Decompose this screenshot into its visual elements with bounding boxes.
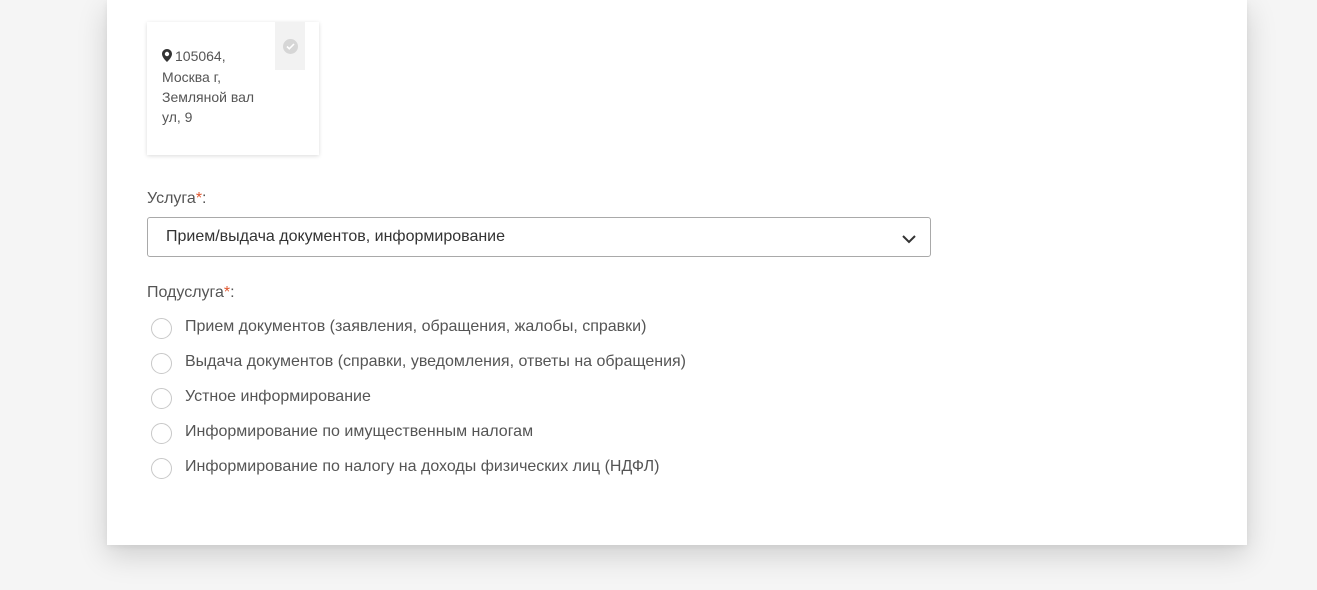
subservice-option-label[interactable]: Информирование по имущественным налогам <box>185 423 533 441</box>
select-office-button[interactable] <box>275 22 305 70</box>
service-select-value: Прием/выдача документов, информирование <box>166 228 506 245</box>
radio-button[interactable] <box>151 352 172 374</box>
subservice-option-label[interactable]: Прием документов (заявления, обращения, … <box>185 318 646 336</box>
label-colon: : <box>230 284 235 301</box>
service-label: Услуга*: <box>147 190 207 208</box>
check-circle-icon <box>282 38 298 54</box>
subservice-option[interactable]: Информирование по имущественным налогам <box>151 414 686 449</box>
radio-button[interactable] <box>151 422 172 444</box>
service-label-text: Услуга <box>147 190 196 207</box>
radio-button[interactable] <box>151 317 172 339</box>
form-panel: 105064, Москва г, Земляной вал ул, 9 Усл… <box>107 0 1247 545</box>
chevron-down-icon <box>902 231 916 249</box>
label-colon: : <box>202 190 207 207</box>
subservice-option[interactable]: Прием документов (заявления, обращения, … <box>151 309 686 344</box>
service-select[interactable]: Прием/выдача документов, информирование <box>147 217 931 257</box>
subservice-label: Подуслуга*: <box>147 284 235 302</box>
office-address: 105064, Москва г, Земляной вал ул, 9 <box>162 46 262 127</box>
radio-button[interactable] <box>151 457 172 479</box>
subservice-option-label[interactable]: Выдача документов (справки, уведомления,… <box>185 353 686 371</box>
subservice-option[interactable]: Устное информирование <box>151 379 686 414</box>
subservice-label-text: Подуслуга <box>147 284 224 301</box>
subservice-option[interactable]: Информирование по налогу на доходы физич… <box>151 449 686 484</box>
subservice-option[interactable]: Выдача документов (справки, уведомления,… <box>151 344 686 379</box>
office-card[interactable]: 105064, Москва г, Земляной вал ул, 9 <box>147 22 319 155</box>
map-marker-icon <box>162 47 172 67</box>
office-address-text: 105064, Москва г, Земляной вал ул, 9 <box>162 48 255 125</box>
subservice-option-label[interactable]: Информирование по налогу на доходы физич… <box>185 458 659 476</box>
subservice-radio-group: Прием документов (заявления, обращения, … <box>151 309 686 484</box>
subservice-option-label[interactable]: Устное информирование <box>185 388 371 406</box>
radio-button[interactable] <box>151 387 172 409</box>
